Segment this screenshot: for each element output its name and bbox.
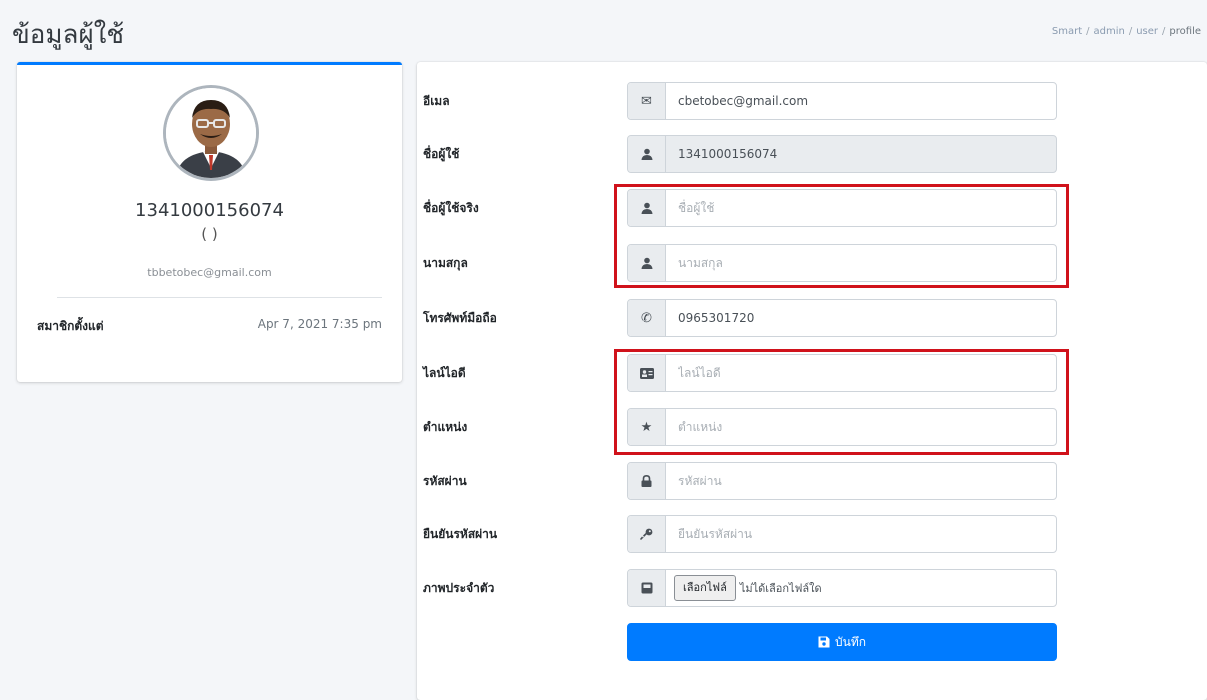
phone-input-group: ✆ [627, 299, 1057, 337]
lock-icon [628, 463, 666, 499]
phone-icon: ✆ [628, 300, 666, 336]
confirm-password-input[interactable] [666, 516, 1056, 552]
line-id-label: ไลน์ไอดี [423, 366, 466, 380]
image-icon [628, 570, 666, 606]
user-icon [628, 245, 666, 281]
surname-input-group [627, 244, 1057, 282]
phone-label: โทรศัพท์มือถือ [423, 311, 497, 325]
username-input[interactable] [666, 136, 1056, 172]
user-icon [628, 136, 666, 172]
choose-file-button[interactable]: เลือกไฟล์ [674, 575, 736, 601]
phone-input[interactable] [666, 300, 1056, 336]
email-input[interactable] [666, 83, 1056, 119]
avatar [163, 85, 259, 181]
display-name-label: ชื่อผู้ใช้จริง [423, 201, 479, 215]
display-name-input-group [627, 189, 1057, 227]
confirm-password-label: ยืนยันรหัสผ่าน [423, 527, 498, 541]
breadcrumb: Smart / admin / user / profile [1051, 26, 1201, 37]
line-id-input[interactable] [666, 355, 1056, 391]
form-row-line-id: ไลน์ไอดี [417, 354, 1207, 394]
form-row-phone: โทรศัพท์มือถือ ✆ [417, 299, 1207, 339]
position-input-group: ★ [627, 408, 1057, 446]
surname-input[interactable] [666, 245, 1056, 281]
profile-email: tbbetobec@gmail.com [147, 266, 272, 279]
key-icon [628, 516, 666, 552]
breadcrumb-item-profile: profile [1169, 26, 1201, 37]
file-status: ไม่ได้เลือกไฟล์ใด [739, 582, 822, 595]
form-row-confirm-password: ยืนยันรหัสผ่าน [417, 515, 1207, 555]
confirm-password-input-group [627, 515, 1057, 553]
password-label: รหัสผ่าน [423, 474, 467, 488]
profile-subtitle: ( ) [201, 225, 218, 243]
profile-name: 1341000156074 [135, 200, 284, 221]
member-since-label: สมาชิกตั้งแต่ [37, 319, 104, 333]
line-id-input-group [627, 354, 1057, 392]
form-row-display-name: ชื่อผู้ใช้จริง [417, 189, 1207, 229]
username-input-group [627, 135, 1057, 173]
breadcrumb-item-smart[interactable]: Smart [1052, 26, 1082, 37]
breadcrumb-item-admin[interactable]: admin [1094, 26, 1125, 37]
floppy-disk-icon [818, 636, 830, 648]
envelope-icon: ✉ [628, 83, 666, 119]
form-row-surname: นามสกุล [417, 244, 1207, 284]
username-label: ชื่อผู้ใช้ [423, 147, 460, 161]
star-icon: ★ [628, 409, 666, 445]
position-input[interactable] [666, 409, 1056, 445]
save-button[interactable]: บันทึก [627, 623, 1057, 661]
profile-card: 1341000156074 ( ) tbbetobec@gmail.com สม… [17, 62, 402, 382]
page-title: ข้อมูลผู้ใช้ [12, 20, 125, 50]
save-button-label: บันทึก [835, 634, 866, 649]
password-input[interactable] [666, 463, 1056, 499]
divider [57, 297, 382, 298]
breadcrumb-item-user[interactable]: user [1136, 26, 1158, 37]
user-icon [628, 190, 666, 226]
surname-label: นามสกุล [423, 256, 468, 270]
email-label: อีเมล [423, 94, 450, 108]
form-row-username: ชื่อผู้ใช้ [417, 135, 1207, 175]
profile-form: อีเมล ✉ ชื่อผู้ใช้ ชื่อผู้ใช้จริง นามสกุ… [417, 62, 1207, 700]
photo-input-group: เลือกไฟล์ ไม่ได้เลือกไฟล์ใด [627, 569, 1057, 607]
photo-label: ภาพประจำตัว [423, 581, 495, 595]
email-input-group: ✉ [627, 82, 1057, 120]
form-row-email: อีเมล ✉ [417, 82, 1207, 122]
avatar-image [166, 88, 256, 178]
display-name-input[interactable] [666, 190, 1056, 226]
member-since-value: Apr 7, 2021 7:35 pm [257, 317, 382, 331]
position-label: ตำแหน่ง [423, 420, 468, 434]
form-row-position: ตำแหน่ง ★ [417, 408, 1207, 448]
password-input-group [627, 462, 1057, 500]
form-row-password: รหัสผ่าน [417, 462, 1207, 502]
id-card-icon [628, 355, 666, 391]
form-row-photo: ภาพประจำตัว เลือกไฟล์ ไม่ได้เลือกไฟล์ใด [417, 569, 1207, 609]
